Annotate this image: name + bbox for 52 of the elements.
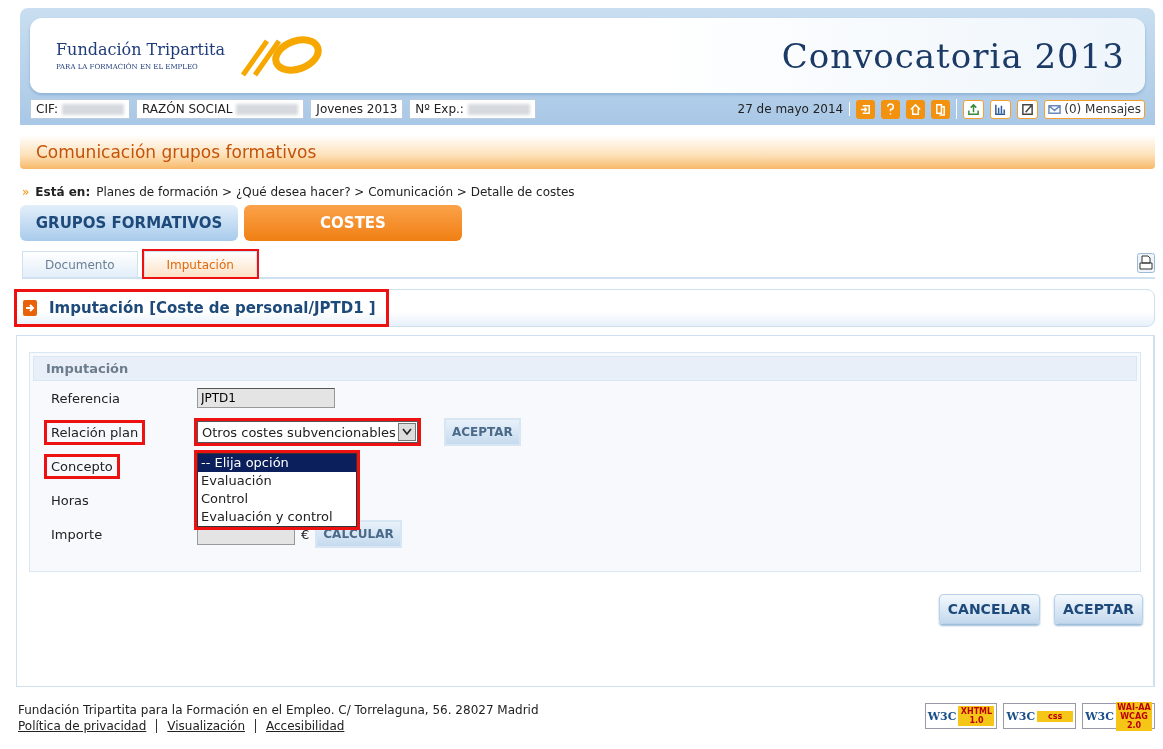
upload-icon [967,102,981,116]
fieldset-legend: Imputación [33,356,1137,381]
chevron-icon [401,428,412,436]
action-button[interactable]: ACEPTAR [1054,594,1143,624]
footer-address: Fundación Tripartita para la Formación en el Empleo. C/ Torrelaguna, 56. 28027 Madrid [18,703,539,717]
home-icon [909,102,923,116]
breadcrumb-marker: » [22,185,30,199]
footer-link[interactable]: Visualización [156,719,255,733]
field-label: Importe [50,525,104,544]
pencil-icon [1021,102,1035,116]
footer-link[interactable]: Accesibilidad [255,719,355,733]
info-label: Nº Exp.: [415,102,464,116]
list-option[interactable]: -- Elija opción [198,454,356,472]
list-option[interactable]: Control [198,490,356,508]
chart-button[interactable] [990,99,1012,119]
footer-link[interactable]: Política de privacidad [18,719,157,733]
concept-dropdown-menu[interactable]: -- Elija opción Evaluación Control Evaluación y control [197,453,357,527]
print-icon[interactable] [1137,253,1155,273]
section-title: Imputación [Coste de personal/JPTD1 ] [49,299,376,317]
sub-tab[interactable]: Documento [22,251,138,277]
field-label: Concepto [47,456,117,476]
info-label: RAZÓN SOCIAL [141,102,233,116]
help-button[interactable] [881,99,901,119]
envelope-icon [1048,102,1062,116]
list-option[interactable]: Evaluación [198,472,356,490]
messages-button[interactable]: (0) Mensajes [1044,99,1145,119]
logo-title: Fundación Tripartita [56,40,225,59]
info-label: CIF: [36,102,58,116]
main-tab[interactable]: GRUPOS FORMATIVOS [20,205,238,241]
exit-button[interactable] [856,99,876,119]
copy-button[interactable] [931,99,951,119]
banner-title: Convocatoria 2013 [781,35,1125,76]
action-button[interactable]: CANCELAR [938,594,1040,624]
exit-icon [859,102,873,116]
bar-chart-icon [994,102,1008,116]
field-label: Horas [50,491,90,510]
reference-field[interactable]: JPTD1 [197,388,335,408]
page-title: Comunicación grupos formativos [20,135,1155,169]
breadcrumb-label: Está en: [35,185,91,199]
info-label: Jovenes 2013 [316,102,398,116]
edit-button[interactable] [1017,99,1039,119]
accept-button[interactable]: ACEPTAR [443,418,521,446]
w3c-badge[interactable]: W3C css [1003,703,1077,729]
plan-select[interactable]: Otros costes subvencionables [197,421,418,443]
copy-icon [934,102,948,116]
home-button[interactable] [906,99,926,119]
field-label: Referencia [50,389,122,408]
breadcrumb-path: Planes de formación > ¿Qué desea hacer? > Comunicación > Detalle de costes [96,185,575,199]
field-label: Relación plan [47,422,143,442]
upload-button[interactable] [963,99,985,119]
euro-sign: € [301,526,310,542]
date-text: 27 de mayo 2014 [737,102,851,116]
